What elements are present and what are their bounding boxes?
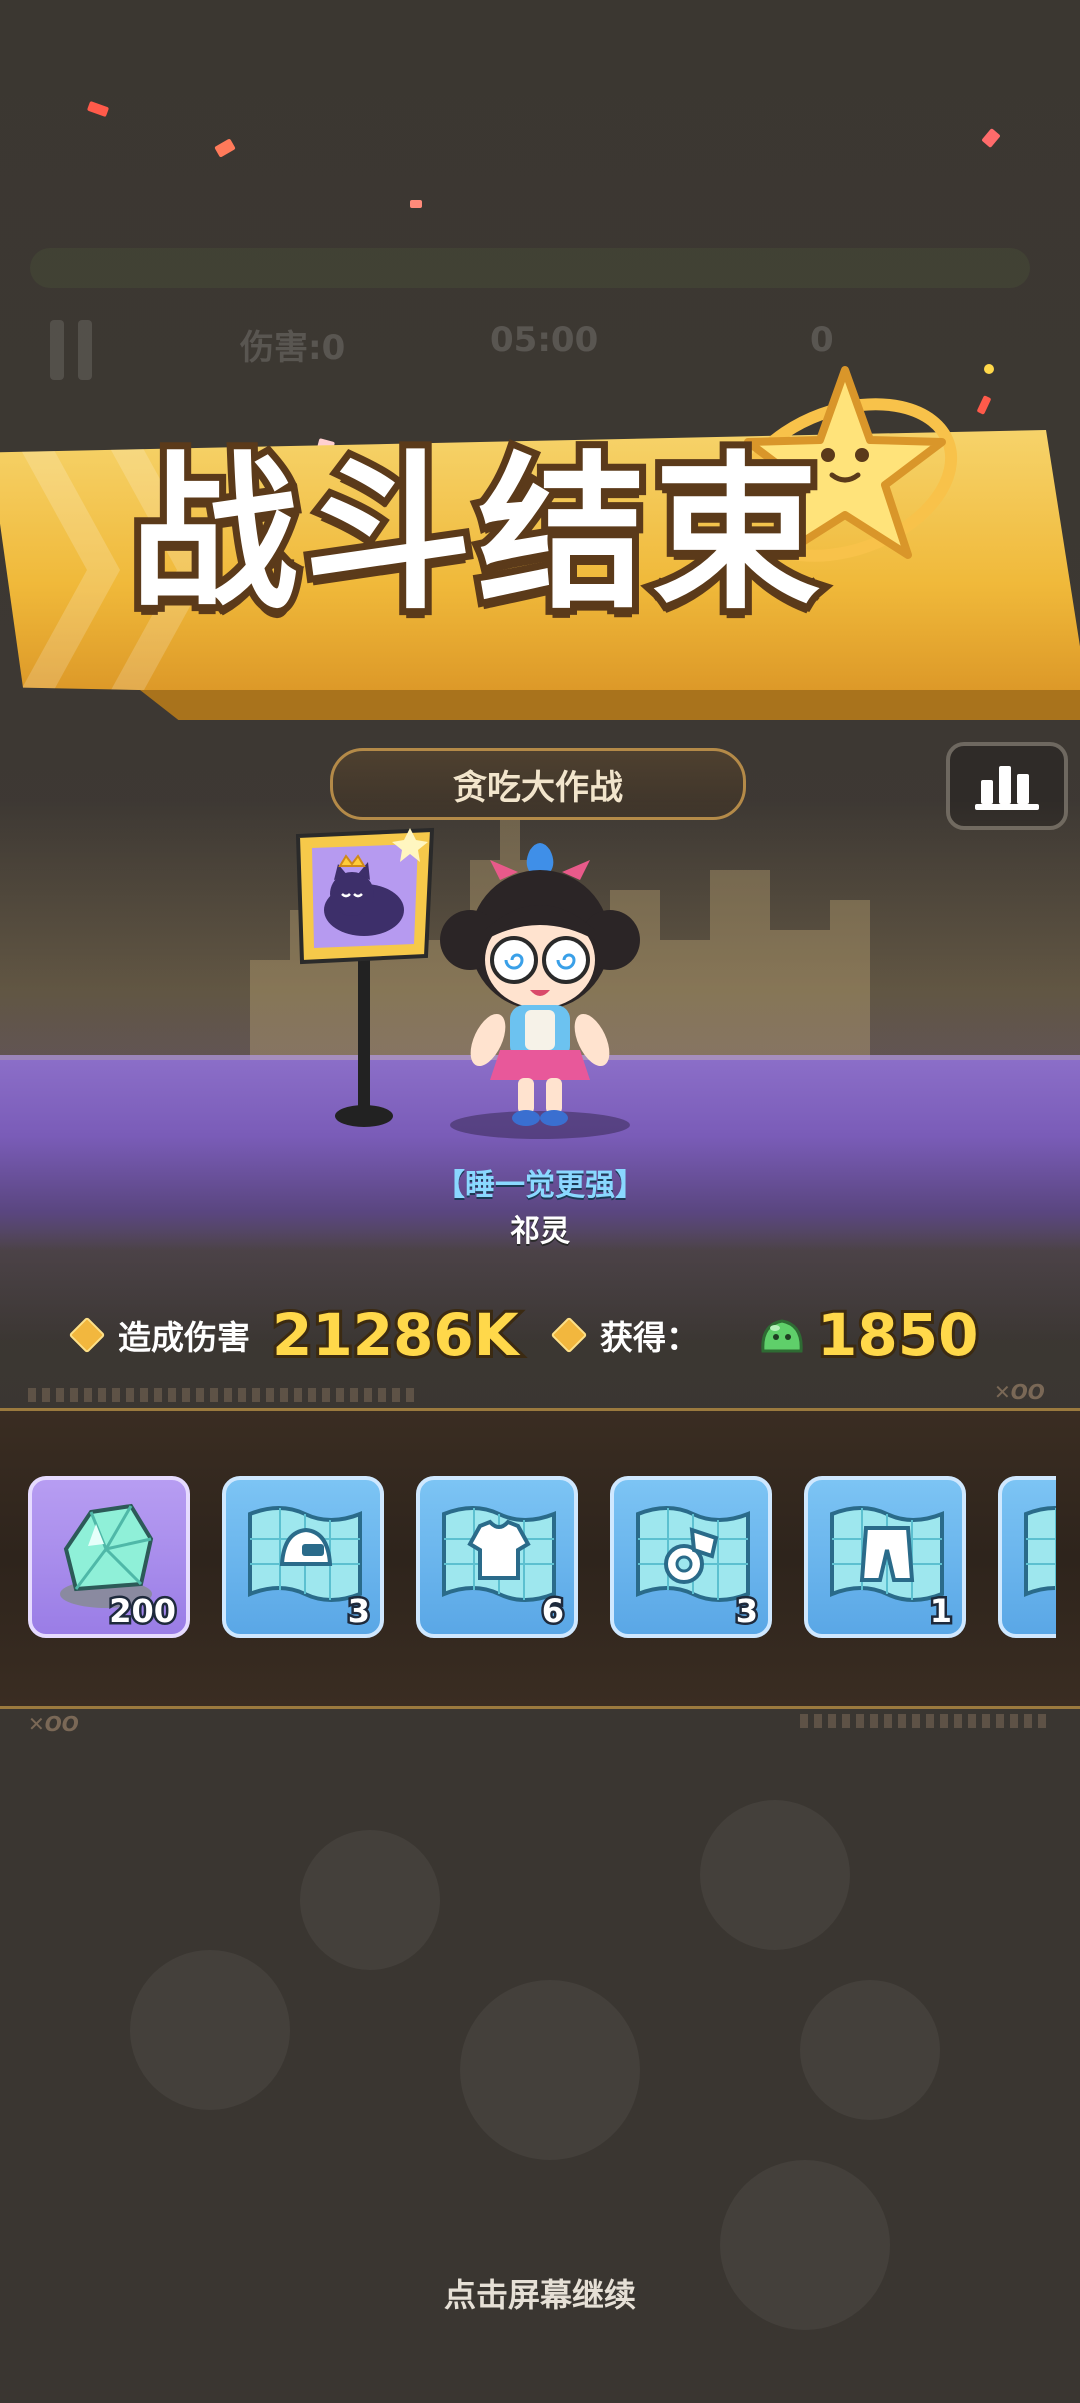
decorative-xoo: ✕OO [994, 1380, 1045, 1404]
background-progress-bar [30, 248, 1030, 288]
gain-value: 1850 [814, 1298, 981, 1372]
character-name: 祁灵 [510, 1214, 570, 1249]
background-unit [460, 1980, 640, 2160]
reward-quantity: 200 [107, 1590, 179, 1633]
background-timer-text: 05:00 [490, 320, 599, 360]
damage-stat: 造成伤害 21286K [68, 1298, 522, 1372]
reward-item[interactable]: 200 [28, 1476, 190, 1638]
confetti-piece [984, 364, 994, 374]
background-unit [300, 1830, 440, 1970]
background-unit [800, 1980, 940, 2120]
background-unit [700, 1800, 850, 1950]
sleeping-cat-crown-icon [295, 827, 435, 965]
confetti-piece [410, 200, 422, 208]
damage-value: 21286K [269, 1298, 522, 1372]
green-slime-icon [761, 1319, 803, 1353]
decorative-xoo: ✕OO [28, 1712, 79, 1736]
character-sprite [440, 843, 640, 1139]
battle-end-title: 战斗结束 [123, 436, 827, 632]
blueprint-icon [1024, 1506, 1056, 1597]
title-banner-shadow [140, 690, 1080, 720]
decorative-ticks [800, 1714, 1046, 1728]
background-unit [130, 1950, 290, 2110]
confetti-piece [214, 138, 236, 158]
confetti-piece [86, 100, 110, 118]
background-unit [720, 2160, 890, 2330]
background-pause-icon [50, 320, 100, 380]
tap-to-continue-text[interactable]: 点击屏幕继续 [340, 2270, 740, 2316]
decorative-ticks [28, 1388, 414, 1402]
flag-base [335, 1105, 393, 1127]
flag-pole [358, 940, 370, 1120]
rewards-strip[interactable]: 200 3 6 3 1 [28, 1476, 1056, 1642]
confetti-piece [981, 128, 1001, 148]
diamond-bullet-icon [550, 1316, 588, 1354]
reward-quantity: 3 [733, 1590, 760, 1633]
gain-label: 获得： [600, 1318, 699, 1357]
reward-item[interactable]: 1 [804, 1476, 966, 1638]
confetti-piece [976, 395, 992, 415]
reward-quantity: 6 [539, 1590, 566, 1633]
background-damage-text: 伤害:0 [240, 328, 346, 368]
reward-item[interactable] [998, 1476, 1056, 1638]
damage-label: 造成伤害 [118, 1318, 250, 1357]
reward-item[interactable]: 3 [222, 1476, 384, 1638]
reward-quantity: 1 [927, 1590, 954, 1633]
character-title: 【睡一觉更强】 [435, 1168, 645, 1203]
reward-item[interactable]: 3 [610, 1476, 772, 1638]
gain-stat: 获得： 1850 [550, 1298, 981, 1372]
reward-panel-bottom-border [0, 1706, 1080, 1709]
battle-result-screen[interactable]: 伤害:0 05:00 0 战斗结束 贪吃大作战 【睡一觉更强】 祁灵 造成伤害 … [0, 0, 1080, 2403]
diamond-bullet-icon [68, 1316, 106, 1354]
reward-item[interactable]: 6 [416, 1476, 578, 1638]
reward-quantity: 3 [345, 1590, 372, 1633]
